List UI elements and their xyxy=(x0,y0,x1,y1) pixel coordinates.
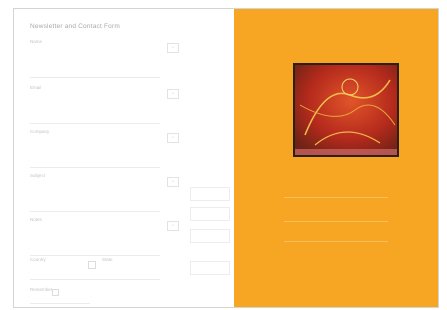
dialog-frame: Newsletter and Contact Form Name * Email… xyxy=(13,8,439,308)
subject-required-mark: * xyxy=(167,177,179,187)
remember-row: Remember xyxy=(30,287,90,304)
promo-title xyxy=(276,187,396,193)
abstract-artwork-icon xyxy=(295,65,397,155)
country-label: Country xyxy=(30,257,46,262)
email-field[interactable]: Email xyxy=(30,85,160,124)
form-title: Newsletter and Contact Form xyxy=(30,23,120,30)
promo-line-1 xyxy=(276,209,396,215)
subject-field[interactable]: Subject xyxy=(30,173,160,212)
promo-line-3 xyxy=(276,249,396,255)
name-label: Name xyxy=(30,39,43,44)
name-required-mark: * xyxy=(167,43,179,53)
state-label: State xyxy=(102,257,113,262)
promo-divider-2 xyxy=(284,221,388,222)
aux-button-3[interactable] xyxy=(190,229,230,243)
company-field[interactable]: Company xyxy=(30,129,160,168)
aux-button-2[interactable] xyxy=(190,207,230,221)
promo-panel xyxy=(234,9,438,307)
aux-button-1[interactable] xyxy=(190,187,230,201)
notes-required-mark: * xyxy=(167,221,179,231)
remember-checkbox[interactable] xyxy=(52,289,59,296)
subject-label: Subject xyxy=(30,173,46,178)
form-panel: Newsletter and Contact Form Name * Email… xyxy=(14,9,234,307)
promo-divider xyxy=(284,197,388,198)
company-required-mark: * xyxy=(167,133,179,143)
promo-image xyxy=(293,63,399,157)
notes-field[interactable]: Notes xyxy=(30,217,160,256)
aux-button-4[interactable] xyxy=(190,261,230,275)
company-label: Company xyxy=(30,129,50,134)
email-required-mark: * xyxy=(167,89,179,99)
email-label: Email xyxy=(30,85,42,90)
name-field[interactable]: Name xyxy=(30,39,160,78)
promo-divider-3 xyxy=(284,241,388,242)
location-row: Country State xyxy=(30,257,160,280)
remember-label: Remember xyxy=(30,287,53,292)
notes-label: Notes xyxy=(30,217,42,222)
country-checkbox[interactable] xyxy=(88,261,96,269)
promo-line-2 xyxy=(276,229,396,235)
